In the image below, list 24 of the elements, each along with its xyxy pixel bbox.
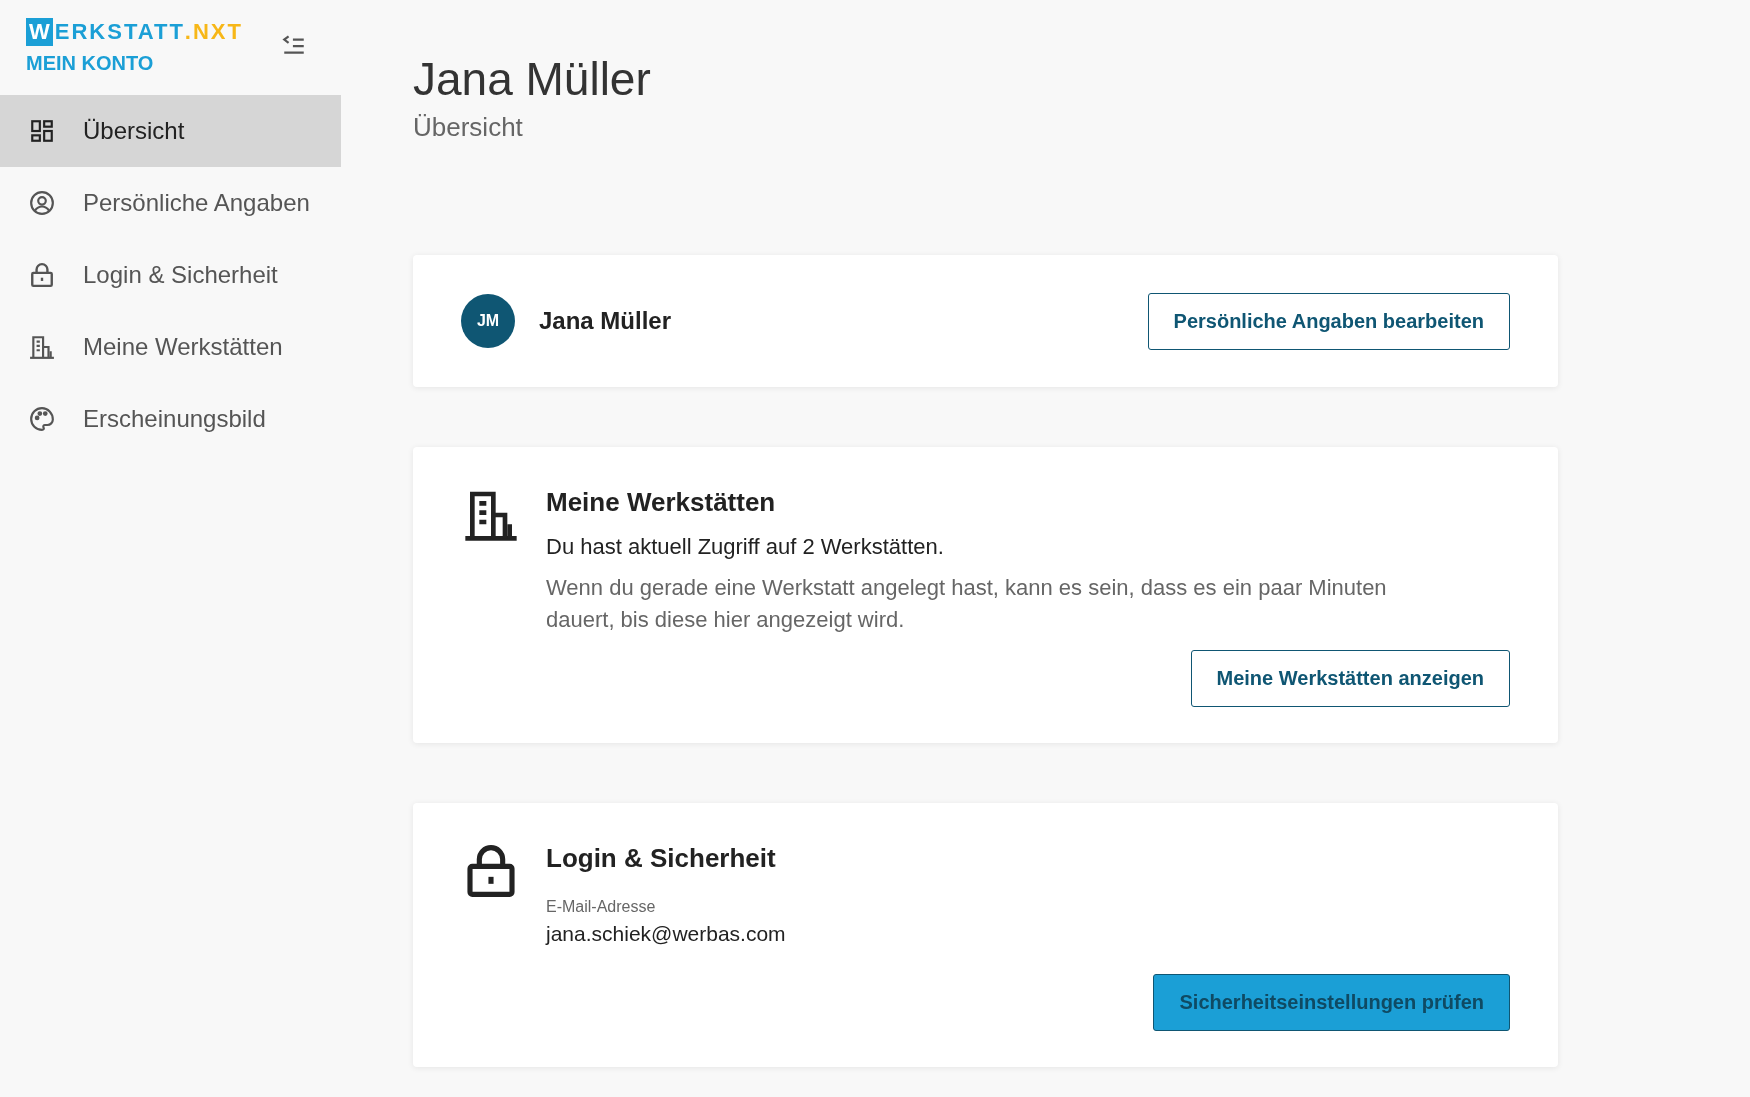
building-icon	[29, 334, 55, 360]
card-text: Du hast aktuell Zugriff auf 2 Werkstätten.	[546, 534, 945, 560]
page-subtitle: Übersicht	[413, 112, 524, 143]
sidebar-item[interactable]: Meine Werkstätten	[0, 311, 341, 383]
sidebar-item[interactable]: Persönliche Angaben	[0, 167, 341, 239]
lock-icon	[29, 262, 55, 288]
user-name: Jana Müller	[539, 307, 673, 335]
user-circle-icon	[29, 190, 55, 216]
avatar: JM	[461, 294, 515, 348]
field-value: jana.schiek@werbas.com	[546, 921, 787, 946]
page-title: Jana Müller	[413, 52, 652, 106]
brand-logo: W ERKSTATT.NXT	[26, 18, 243, 46]
sidebar-item[interactable]: Erscheinungsbild	[0, 383, 341, 455]
brand-subtitle: MEIN KONTO	[26, 52, 155, 75]
edit-profile-button[interactable]: Persönliche Angaben bearbeiten	[1147, 292, 1510, 350]
action-button[interactable]: Meine Werkstätten anzeigen	[1190, 649, 1510, 707]
card-note: Wenn du gerade eine Werkstatt angelegt hast, kann es sein, dass es ein paar Minuten dauert, bis diese hier angezeigt wird.	[546, 574, 1388, 634]
sidebar-item[interactable]: Übersicht	[0, 95, 341, 167]
dashboard-icon	[29, 118, 55, 144]
card-title: Meine Werkstätten	[546, 487, 777, 518]
palette-icon	[29, 406, 55, 432]
card-title: Login & Sicherheit	[546, 842, 777, 874]
sidebar-item[interactable]: Login & Sicherheit	[0, 239, 341, 311]
field-label: E-Mail-Adresse	[546, 897, 657, 916]
